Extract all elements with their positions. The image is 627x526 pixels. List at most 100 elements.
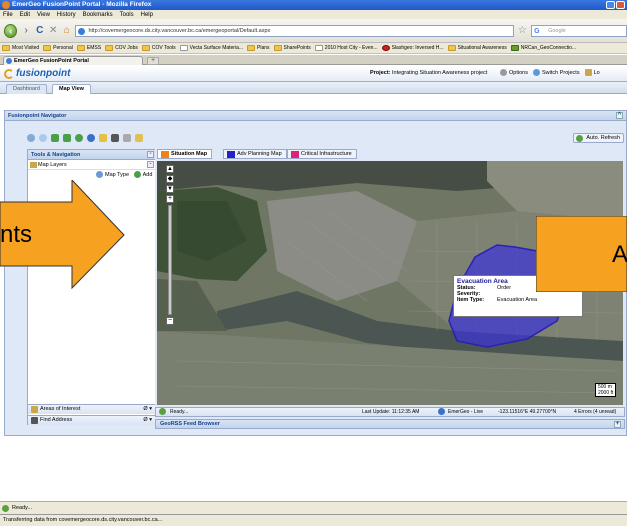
measure-icon[interactable] bbox=[99, 134, 107, 142]
search-placeholder: Google bbox=[548, 27, 566, 34]
zoom-in-icon[interactable] bbox=[27, 134, 35, 142]
bookmark-item[interactable]: Personal bbox=[43, 45, 73, 51]
menu-tools[interactable]: Tools bbox=[120, 12, 134, 18]
pan-right-icon[interactable] bbox=[63, 134, 71, 142]
firefox-icon bbox=[2, 1, 10, 9]
popup-row: Item Type: Evacuation Area bbox=[457, 297, 579, 303]
find-address-row[interactable]: Find Address Ø ▾ bbox=[28, 415, 156, 425]
back-button[interactable]: ‹ bbox=[4, 23, 18, 38]
project-label: Project: bbox=[370, 70, 391, 76]
highlight-icon[interactable] bbox=[135, 134, 143, 142]
bookmark-label: Slashgeo: Inversed H... bbox=[391, 45, 444, 51]
tab-map-view[interactable]: Map View bbox=[52, 84, 91, 94]
zoom-in-button[interactable]: + bbox=[166, 195, 174, 203]
collapse-icon[interactable]: ^ bbox=[616, 112, 623, 119]
zoom-slider[interactable] bbox=[168, 205, 172, 315]
feed-dot bbox=[438, 408, 445, 415]
bookmark-label: Vecta Surface Materia... bbox=[189, 45, 244, 51]
menu-history[interactable]: History bbox=[57, 12, 76, 18]
zoom-control[interactable]: ▲ ◆ ▼ + − bbox=[165, 165, 175, 325]
bookmark-item[interactable]: Situational Awareness bbox=[447, 45, 507, 51]
bookmark-item[interactable]: SharePoints bbox=[273, 45, 311, 51]
bookmark-star-icon[interactable]: ☆ bbox=[518, 25, 528, 36]
home-icon[interactable]: ⌂ bbox=[62, 25, 72, 36]
leaf-icon bbox=[510, 45, 519, 51]
stop-icon[interactable]: ✕ bbox=[48, 25, 58, 36]
zoom-icon[interactable] bbox=[39, 134, 47, 142]
pan-center-icon[interactable]: ◆ bbox=[166, 175, 174, 183]
pan-down-icon[interactable]: ▼ bbox=[166, 185, 174, 193]
tab-label: Adv Planning Map bbox=[237, 151, 282, 157]
panel-title: Tools & Navigation bbox=[31, 152, 81, 158]
folder-icon bbox=[76, 45, 85, 51]
switch-projects-button[interactable]: Switch Projects bbox=[532, 69, 580, 76]
header-actions: Options Switch Projects Lo bbox=[500, 69, 600, 76]
ready-dot bbox=[159, 408, 166, 415]
errors-link[interactable]: 4 Errors (4 unread) bbox=[574, 408, 616, 417]
bookmark-item[interactable]: EMSS bbox=[76, 45, 102, 51]
map-area: Situation Map Adv Planning Map Critical … bbox=[155, 149, 625, 435]
map-type-button[interactable]: Map Type bbox=[96, 171, 129, 179]
areas-of-interest-row[interactable]: Areas of Interest Ø ▾ bbox=[28, 404, 156, 414]
bookmark-item[interactable]: Vecta Surface Materia... bbox=[179, 45, 244, 51]
collapse-panel-icon[interactable]: - bbox=[147, 151, 154, 158]
adv-planning-swatch bbox=[227, 151, 235, 158]
auto-refresh-button[interactable]: Auto. Refresh bbox=[573, 133, 624, 143]
bookmark-item[interactable]: Plans bbox=[247, 45, 270, 51]
menu-file[interactable]: File bbox=[3, 12, 13, 18]
section-controls[interactable]: Ø ▾ bbox=[143, 405, 152, 414]
bookmark-item[interactable]: NRCan_GeoConnectio... bbox=[510, 45, 576, 51]
zoom-out-button[interactable]: − bbox=[166, 317, 174, 325]
transfer-status-text: Transferring data from covemergeocore.ds… bbox=[3, 517, 163, 523]
tab-situation-map[interactable]: Situation Map bbox=[157, 149, 213, 159]
navigator-title: Fusionpoint Navigator ^ bbox=[5, 111, 626, 121]
bookmark-item[interactable]: Slashgeo: Inversed H... bbox=[381, 45, 444, 51]
tab-adv-planning-map[interactable]: Adv Planning Map bbox=[223, 149, 287, 159]
tools-navigation-header: Tools & Navigation - bbox=[28, 150, 156, 160]
tab-critical-infrastructure[interactable]: Critical Infrastructure bbox=[287, 149, 357, 159]
gear-icon bbox=[500, 69, 507, 76]
browser-tab[interactable]: EmerGeo FusionPoint Portal bbox=[3, 56, 143, 65]
bookmark-item[interactable]: 2010 Host City - Even... bbox=[314, 45, 378, 51]
menu-view[interactable]: View bbox=[37, 12, 50, 18]
bookmark-label: EMSS bbox=[86, 45, 102, 51]
map-layers-row[interactable]: Map Layers - bbox=[28, 160, 156, 170]
bookmark-item[interactable]: COV Jobs bbox=[105, 45, 138, 51]
areas-icon bbox=[31, 406, 38, 413]
reload-icon[interactable]: C bbox=[35, 25, 45, 36]
georss-feed-browser-header[interactable]: GeoRSS Feed Browser + bbox=[155, 419, 625, 429]
find-address-label: Find Address bbox=[40, 417, 73, 423]
tab-dashboard[interactable]: Dashboard bbox=[6, 84, 47, 94]
forward-button[interactable]: › bbox=[21, 25, 31, 36]
right-callout-text: A bbox=[612, 241, 627, 268]
switch-projects-label: Switch Projects bbox=[541, 69, 580, 76]
menu-help[interactable]: Help bbox=[141, 12, 153, 18]
areas-of-interest-label: Areas of Interest bbox=[40, 406, 81, 412]
new-tab-button[interactable]: + bbox=[147, 57, 159, 65]
minimize-icon[interactable] bbox=[606, 1, 615, 9]
info-icon[interactable] bbox=[87, 134, 95, 142]
bookmark-item[interactable]: COV Tools bbox=[141, 45, 176, 51]
print-icon[interactable] bbox=[111, 134, 119, 142]
options-button[interactable]: Options bbox=[500, 69, 528, 76]
logo-swirl-icon bbox=[4, 69, 14, 79]
address-bar[interactable]: http://covemergeocore.ds.city.vancouver.… bbox=[75, 24, 514, 37]
pan-left-icon[interactable] bbox=[51, 134, 59, 142]
pan-up-icon[interactable]: ▲ bbox=[166, 165, 174, 173]
close-icon[interactable] bbox=[616, 1, 625, 9]
menu-edit[interactable]: Edit bbox=[20, 12, 30, 18]
app-tab-bar: Dashboard Map View bbox=[0, 82, 627, 94]
add-layer-button[interactable]: Add bbox=[133, 171, 152, 179]
search-input[interactable]: G Google bbox=[531, 24, 627, 37]
section-controls[interactable]: Ø ▾ bbox=[143, 416, 152, 425]
menu-bookmarks[interactable]: Bookmarks bbox=[83, 12, 113, 18]
menu-bar: File Edit View History Bookmarks Tools H… bbox=[0, 10, 627, 19]
draw-icon[interactable] bbox=[123, 134, 131, 142]
expand-icon[interactable]: + bbox=[614, 421, 621, 428]
collapse-layers-icon[interactable]: - bbox=[147, 161, 154, 168]
logout-button[interactable]: Lo bbox=[584, 69, 600, 76]
globe-icon[interactable] bbox=[75, 134, 83, 142]
site-icon bbox=[78, 27, 86, 35]
bookmark-item[interactable]: Most Visited bbox=[2, 45, 39, 51]
switch-icon bbox=[532, 69, 540, 76]
